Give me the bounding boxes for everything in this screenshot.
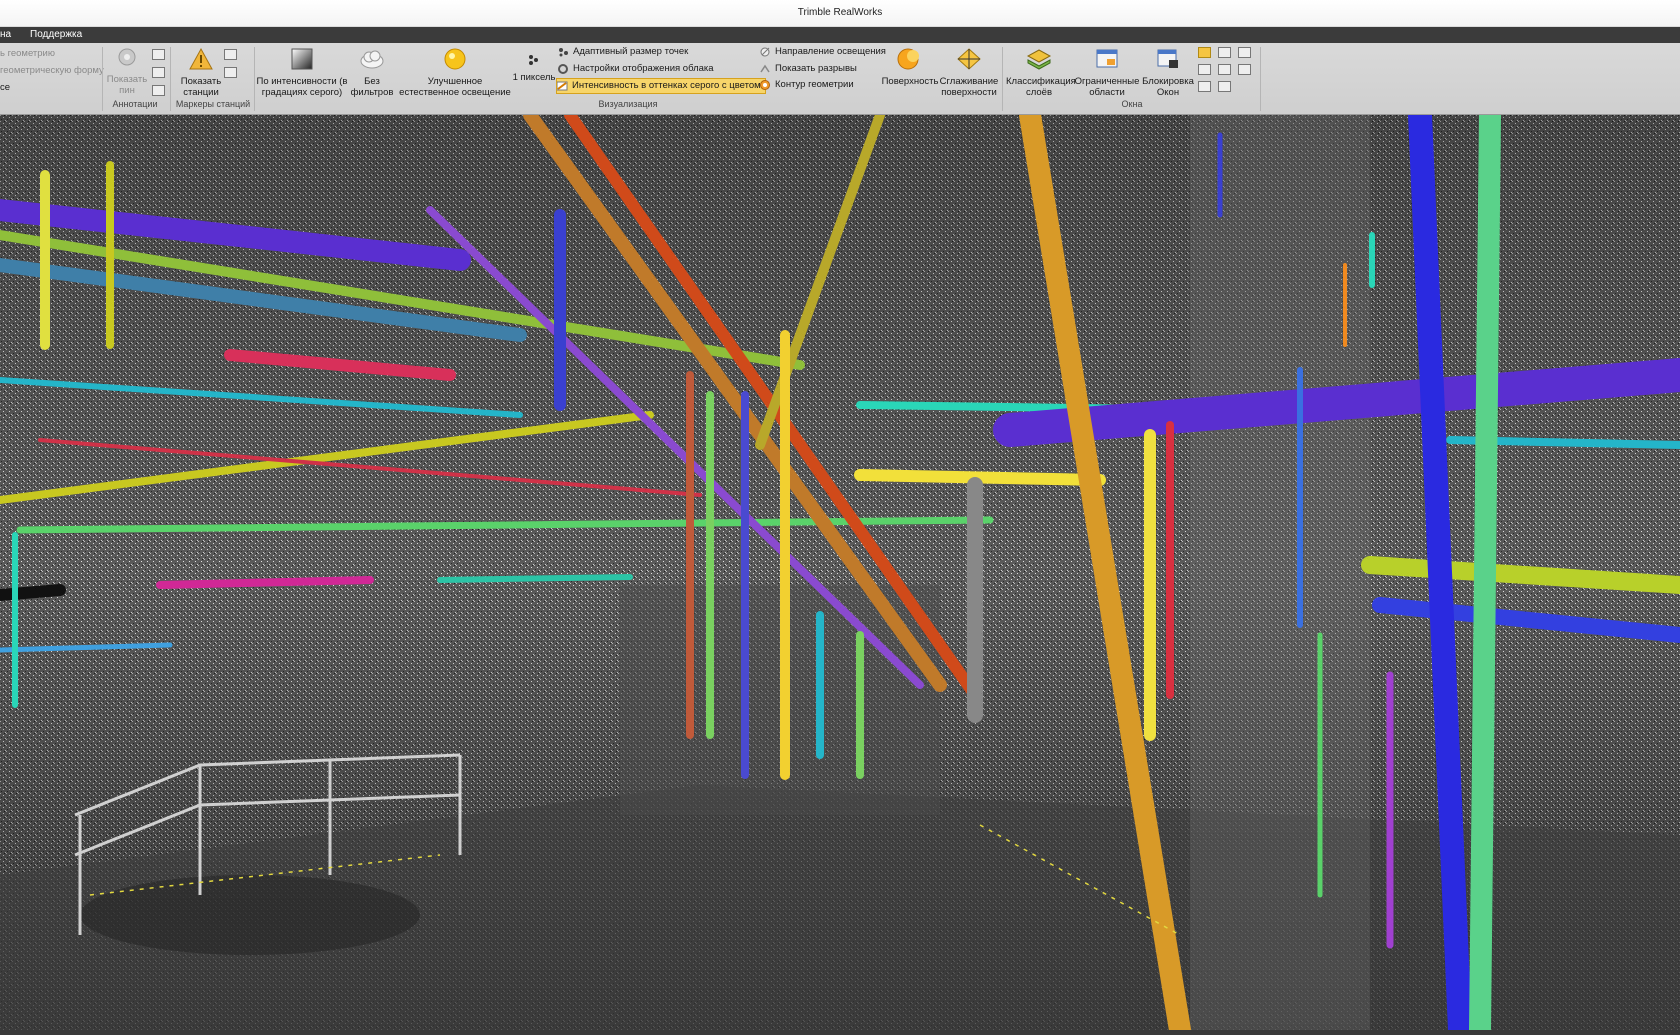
gradient-icon bbox=[291, 48, 313, 70]
layout-tile-icon[interactable] bbox=[1218, 64, 1231, 75]
window-title: Trimble RealWorks bbox=[0, 0, 1680, 27]
layer-classification-button[interactable]: Классификация слоёв bbox=[1006, 47, 1076, 98]
pixel-size-button[interactable]: 1 пиксель bbox=[510, 53, 558, 83]
limited-areas-label: Ограниченные области bbox=[1074, 76, 1140, 98]
lighting-label: Улучшенное естественное освещение bbox=[399, 76, 511, 98]
smoothing-label: Сглаживание поверхности bbox=[939, 76, 999, 98]
ribbon-separator bbox=[1260, 47, 1261, 111]
filters-label: Без фильтров bbox=[350, 76, 394, 98]
surface-icon bbox=[897, 48, 919, 70]
light-direction-label: Направление освещения bbox=[775, 46, 886, 57]
lock-windows-button[interactable]: Блокировка Окон bbox=[1140, 47, 1196, 98]
ribbon: ь геометрию геометрическую форму се Пока… bbox=[0, 43, 1680, 115]
column-structure bbox=[1190, 115, 1370, 1030]
point-cloud-viewport[interactable] bbox=[0, 103, 1680, 1035]
menu-item-support[interactable]: Поддержка bbox=[30, 27, 82, 43]
ribbon-separator bbox=[1002, 47, 1003, 111]
intensity-mode-button[interactable]: По интенсивности (в градациях серого) bbox=[256, 47, 348, 98]
show-stations-button[interactable]: Показать станции bbox=[174, 47, 228, 98]
light-direction-icon bbox=[760, 47, 770, 57]
cloud-display-settings[interactable]: Настройки отображения облака bbox=[558, 62, 714, 76]
station-list-icon[interactable] bbox=[224, 49, 237, 60]
layout-two-icon[interactable] bbox=[1218, 47, 1231, 58]
gaps-icon bbox=[760, 64, 770, 73]
pin-icon bbox=[118, 48, 136, 66]
show-pin-label: Показать пин bbox=[106, 74, 148, 96]
adaptive-label: Адаптивный размер точек bbox=[573, 46, 689, 57]
gray-color-label: Интенсивность в оттенках серого с цветом bbox=[572, 80, 761, 91]
intensity-mode-label: По интенсивности (в градациях серого) bbox=[256, 76, 348, 98]
pixel-size-label: 1 пиксель bbox=[512, 72, 556, 83]
ribbon-separator bbox=[102, 47, 103, 111]
filters-button[interactable]: Без фильтров bbox=[348, 47, 396, 98]
contour-icon bbox=[760, 80, 770, 90]
smoothing-icon bbox=[957, 48, 981, 70]
light-direction[interactable]: Направление освещения bbox=[760, 45, 886, 59]
ribbon-left-item-1[interactable]: ь геометрию bbox=[0, 48, 55, 59]
group-annotations: Аннотации bbox=[112, 99, 158, 109]
group-visualization: Визуализация bbox=[598, 99, 658, 109]
ribbon-left-item-2[interactable]: геометрическую форму bbox=[0, 65, 104, 76]
layout-grid-icon[interactable] bbox=[1198, 81, 1211, 92]
ribbon-separator bbox=[170, 47, 171, 111]
settings-icon bbox=[558, 64, 568, 74]
layers-label: Классификация слоёв bbox=[1006, 76, 1076, 98]
surface-label: Поверхность bbox=[881, 76, 939, 87]
layout-horizontal-icon[interactable] bbox=[1238, 47, 1251, 58]
cloud-settings-label: Настройки отображения облака bbox=[573, 63, 714, 74]
geometry-contour[interactable]: Контур геометрии bbox=[760, 78, 854, 92]
contour-label: Контур геометрии bbox=[775, 79, 854, 90]
station-edit-icon[interactable] bbox=[224, 67, 237, 78]
sun-icon bbox=[444, 48, 466, 70]
points-icon bbox=[559, 48, 568, 57]
group-stations: Маркеры станций bbox=[175, 99, 251, 109]
show-pin-button[interactable]: Показать пин bbox=[104, 47, 150, 96]
show-gaps-label: Показать разрывы bbox=[775, 63, 857, 74]
group-windows: Окна bbox=[1121, 99, 1143, 109]
lighting-button[interactable]: Улучшенное естественное освещение bbox=[398, 47, 512, 98]
ribbon-separator bbox=[254, 47, 255, 111]
limited-areas-button[interactable]: Ограниченные области bbox=[1072, 47, 1142, 98]
paint-icon bbox=[557, 81, 568, 91]
layout-split-icon[interactable] bbox=[1218, 81, 1231, 92]
layers-icon bbox=[1026, 49, 1052, 70]
window-areas-icon bbox=[1096, 49, 1118, 68]
print-icon[interactable] bbox=[152, 49, 165, 60]
lock-icon bbox=[1157, 49, 1178, 68]
ribbon-left-item-3[interactable]: се bbox=[0, 82, 10, 93]
warning-triangle-icon bbox=[189, 47, 213, 70]
cloud-icon bbox=[360, 50, 384, 69]
lock-windows-label: Блокировка Окон bbox=[1142, 76, 1194, 98]
floor-shadow bbox=[80, 875, 420, 955]
surface-smoothing-button[interactable]: Сглаживание поверхности bbox=[938, 47, 1000, 98]
points-icon bbox=[529, 55, 538, 65]
menu-bar: на Поддержка bbox=[0, 27, 1680, 43]
point-cloud-scene bbox=[0, 103, 1680, 1035]
layout-single-icon[interactable] bbox=[1198, 47, 1211, 58]
show-stations-label: Показать станции bbox=[180, 76, 222, 98]
gray-with-color-toggle[interactable]: Интенсивность в оттенках серого с цветом bbox=[556, 78, 766, 94]
adaptive-point-size[interactable]: Адаптивный размер точек bbox=[558, 45, 688, 59]
note-icon[interactable] bbox=[152, 67, 165, 78]
show-gaps[interactable]: Показать разрывы bbox=[760, 62, 857, 76]
zoom-icon[interactable] bbox=[152, 85, 165, 96]
layout-cascade-icon[interactable] bbox=[1198, 64, 1211, 75]
menu-item-cut[interactable]: на bbox=[0, 27, 11, 43]
layout-restore-icon[interactable] bbox=[1238, 64, 1251, 75]
surface-button[interactable]: Поверхность bbox=[880, 47, 940, 87]
